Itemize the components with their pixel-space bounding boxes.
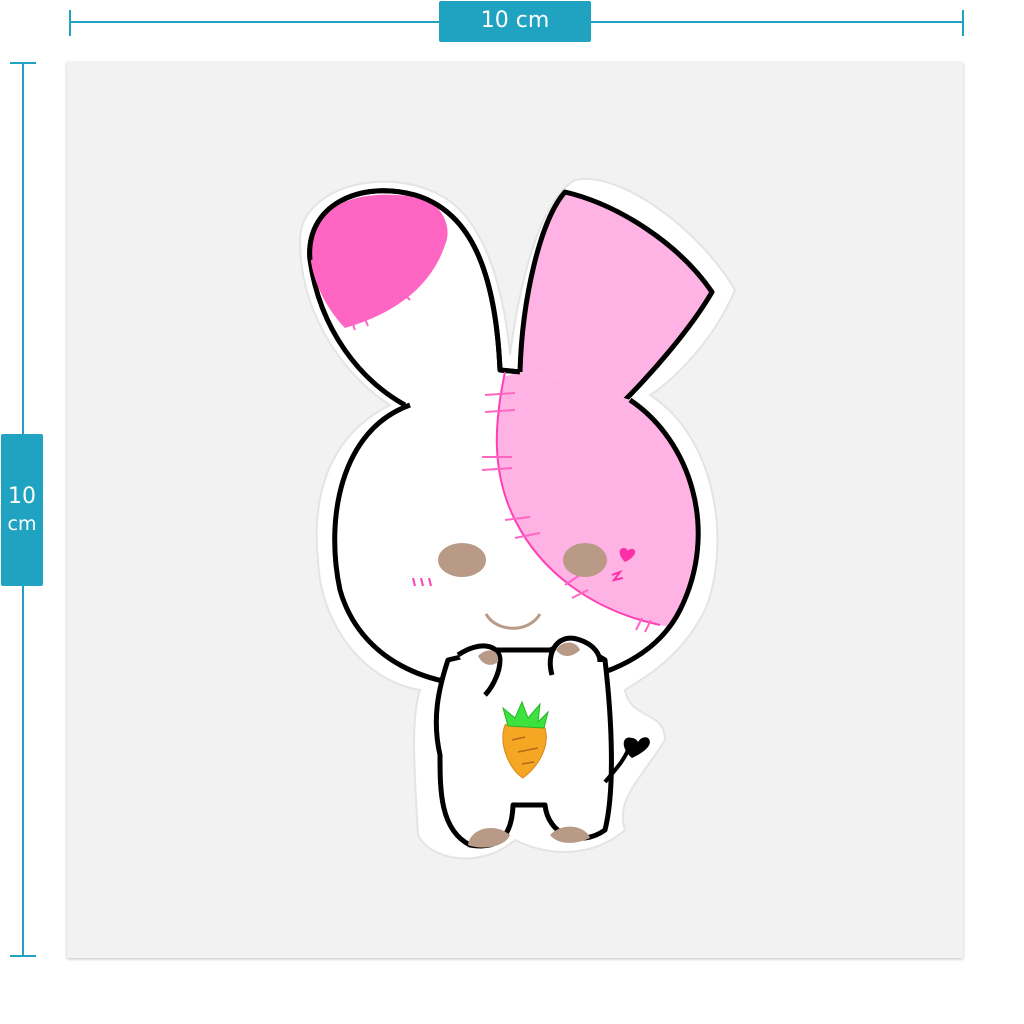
- right-eye: [563, 543, 607, 577]
- product-preview: 10 cm 10 cm: [0, 0, 1024, 1024]
- right-ear: [517, 189, 715, 402]
- bunny-sticker: [298, 177, 737, 860]
- left-eye: [438, 543, 486, 577]
